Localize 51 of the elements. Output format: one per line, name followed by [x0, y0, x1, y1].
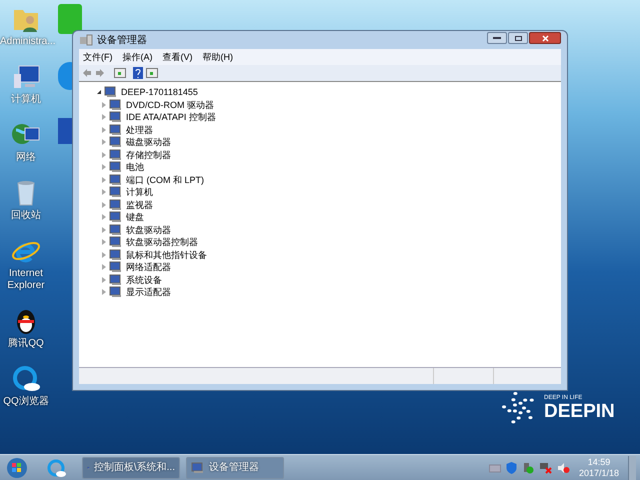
- tree-item[interactable]: 键盘: [126, 211, 144, 224]
- menu-item[interactable]: 帮助(H): [202, 51, 233, 63]
- app-logo-icon: [58, 4, 82, 34]
- tree-item[interactable]: 软盘驱动器控制器: [126, 236, 198, 248]
- device-manager-icon: [79, 34, 93, 46]
- cloud-q-icon: [11, 364, 41, 394]
- tree-item[interactable]: 电池: [126, 161, 144, 174]
- tree-item[interactable]: DEEP-1701181455: [121, 86, 198, 98]
- tree-item[interactable]: 计算机: [126, 186, 153, 198]
- menu-item[interactable]: 查看(V): [162, 51, 192, 63]
- maximize-button[interactable]: [508, 32, 528, 44]
- desktop-icon-label[interactable]: 腾讯QQ: [0, 338, 52, 350]
- back-arrow-icon[interactable]: [82, 68, 92, 78]
- keyboard-icon[interactable]: [488, 462, 501, 472]
- speaker-muted-icon[interactable]: [556, 462, 570, 474]
- tree-item[interactable]: 监视器: [126, 198, 153, 211]
- pane-icon[interactable]: [146, 68, 158, 78]
- tree-item[interactable]: 鼠标和其他指针设备: [126, 248, 207, 261]
- help-icon[interactable]: [133, 67, 143, 79]
- power-check-icon[interactable]: [522, 462, 534, 474]
- tree-item[interactable]: 磁盘驱动器: [126, 136, 171, 148]
- start-orb-icon[interactable]: [6, 456, 28, 478]
- logo-wordmark: DEEPIN: [544, 402, 615, 422]
- cloud-q-icon[interactable]: [46, 458, 66, 478]
- desktop-icon-label[interactable]: Internet Explorer: [0, 268, 52, 292]
- shield-icon[interactable]: [506, 462, 517, 474]
- tree-item[interactable]: 存储控制器: [126, 148, 171, 161]
- window-title: 设备管理器: [97, 34, 147, 48]
- properties-pane-icon[interactable]: [114, 68, 126, 78]
- close-button[interactable]: [529, 32, 561, 44]
- taskbar-button[interactable]: 控制面板\系统和...: [82, 456, 180, 478]
- taskbar-button[interactable]: 设备管理器: [186, 456, 284, 478]
- minimize-button[interactable]: [487, 32, 507, 44]
- network-error-icon[interactable]: [538, 462, 552, 474]
- menu-item[interactable]: 文件(F): [83, 51, 112, 63]
- tree-item[interactable]: 处理器: [126, 124, 153, 136]
- desktop-icon-label[interactable]: 回收站: [0, 210, 52, 222]
- show-desktop-button[interactable]: [628, 456, 636, 480]
- forward-arrow-icon[interactable]: [95, 68, 105, 78]
- tree-item[interactable]: 系统设备: [126, 274, 162, 286]
- desktop-icon-label[interactable]: QQ浏览器: [0, 396, 52, 408]
- tree-item[interactable]: IDE ATA/ATAPI 控制器: [126, 111, 216, 124]
- minimize-icon: [493, 37, 501, 39]
- tree-item[interactable]: 软盘驱动器: [126, 224, 171, 236]
- tree-item[interactable]: 网络适配器: [126, 261, 171, 274]
- maximize-icon: [514, 36, 522, 40]
- tree-item[interactable]: DVD/CD-ROM 驱动器: [126, 98, 214, 111]
- tree-item[interactable]: 显示适配器: [126, 286, 171, 298]
- close-icon: [542, 34, 548, 42]
- menu-item[interactable]: 操作(A): [122, 51, 152, 63]
- tree-item[interactable]: 端口 (COM 和 LPT): [126, 174, 204, 186]
